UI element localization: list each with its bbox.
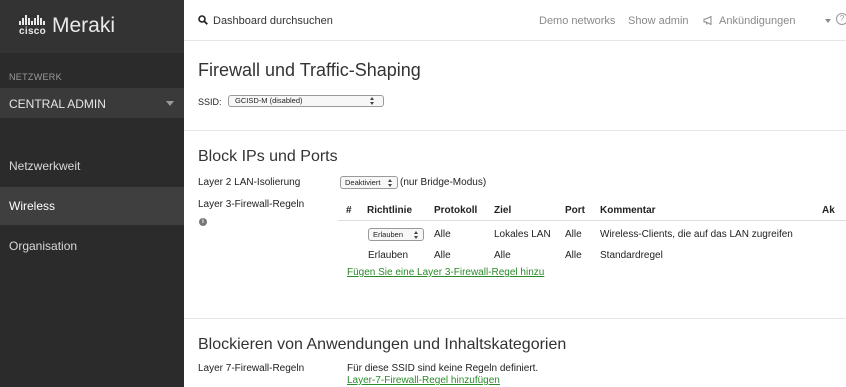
megaphone-icon	[703, 15, 712, 25]
cisco-wordmark: cisco	[19, 26, 47, 37]
updown-arrows-icon	[414, 231, 419, 239]
demo-networks-link[interactable]: Demo networks	[539, 15, 615, 27]
network-selector[interactable]: CENTRAL ADMIN	[0, 88, 184, 118]
table-cell-port: Alle	[565, 250, 582, 261]
announcements-menu[interactable]: Ankündigungen	[719, 15, 795, 27]
l2-isolation-select[interactable]: Deaktiviert	[340, 176, 398, 189]
search-input[interactable]: Dashboard durchsuchen	[213, 15, 333, 27]
table-cell-destination: Alle	[494, 250, 511, 261]
table-cell-policy: Erlauben	[368, 250, 409, 261]
page-title: Firewall und Traffic-Shaping	[198, 60, 421, 80]
sidebar-item-label: Organisation	[9, 239, 78, 253]
ssid-label: SSID:	[198, 97, 222, 107]
main-content: Dashboard durchsuchen Demo networks Show…	[184, 0, 846, 387]
column-header-policy: Richtlinie	[367, 205, 413, 216]
chevron-down-icon	[825, 19, 831, 23]
chevron-down-icon	[166, 101, 174, 106]
l2-isolation-note: (nur Bridge-Modus)	[400, 177, 487, 188]
sidebar-item-organisation[interactable]: Organisation	[0, 227, 184, 265]
meraki-wordmark: Meraki	[52, 14, 116, 37]
column-header-comment: Kommentar	[600, 205, 656, 216]
sidebar-item-label: Wireless	[9, 199, 56, 213]
sidebar-item-label: Netzwerkweit	[9, 159, 81, 173]
l2-isolation-label: Layer 2 LAN-Isolierung	[198, 177, 301, 188]
ssid-value: GCISD-M (disabled)	[235, 96, 303, 105]
l2-isolation-value: Deaktiviert	[345, 178, 381, 187]
column-header-protocol: Protokoll	[434, 205, 478, 216]
section-title: Blockieren von Anwendungen und Inhaltska…	[198, 336, 567, 353]
search-icon[interactable]	[198, 15, 208, 25]
top-bar: Dashboard durchsuchen Demo networks Show…	[184, 0, 846, 41]
table-header-divider	[338, 220, 846, 221]
column-header-actions: Ak	[822, 205, 835, 216]
table-cell-port: Alle	[565, 229, 582, 240]
ssid-selector[interactable]: GCISD-M (disabled)	[228, 95, 384, 107]
divider	[184, 130, 846, 131]
l7-firewall-label: Layer 7-Firewall-Regeln	[198, 363, 305, 374]
info-icon[interactable]: i	[199, 218, 207, 226]
column-header-port: Port	[565, 205, 585, 216]
network-label: NETZWERK	[9, 72, 62, 82]
sidebar-item-wireless[interactable]: Wireless	[0, 187, 184, 225]
l7-no-rules-text: Für diese SSID sind keine Regeln definie…	[347, 363, 539, 374]
network-name: CENTRAL ADMIN	[9, 97, 106, 111]
table-cell-protocol: Alle	[434, 229, 451, 240]
cisco-logo-icon: cisco	[19, 15, 47, 37]
l3-firewall-label: Layer 3-Firewall-Regeln	[198, 199, 305, 210]
table-cell-protocol: Alle	[434, 250, 451, 261]
divider	[184, 318, 846, 319]
show-admin-link[interactable]: Show admin	[628, 15, 689, 27]
sidebar: cisco Meraki NETZWERK CENTRAL ADMIN Netz…	[0, 0, 184, 387]
section-title: Block IPs und Ports	[198, 148, 338, 165]
column-header-destination: Ziel	[494, 205, 512, 216]
help-icon[interactable]: ?	[836, 13, 846, 25]
updown-arrows-icon	[370, 97, 375, 105]
column-header-number: #	[346, 205, 352, 216]
updown-arrows-icon	[388, 179, 393, 187]
add-l7-rule-link[interactable]: Layer-7-Firewall-Regel hinzufügen	[347, 375, 500, 386]
policy-value: Erlauben	[373, 230, 404, 239]
table-cell-comment: Standardregel	[600, 250, 663, 261]
policy-select[interactable]: Erlauben	[368, 228, 424, 241]
table-cell-comment: Wireless-Clients, die auf das LAN zugrei…	[600, 229, 793, 240]
add-l3-rule-link[interactable]: Fügen Sie eine Layer 3-Firewall-Regel hi…	[347, 267, 544, 278]
sidebar-item-netzwerkweit[interactable]: Netzwerkweit	[0, 147, 184, 185]
logo[interactable]: cisco Meraki	[0, 0, 184, 53]
table-cell-destination: Lokales LAN	[494, 229, 551, 240]
